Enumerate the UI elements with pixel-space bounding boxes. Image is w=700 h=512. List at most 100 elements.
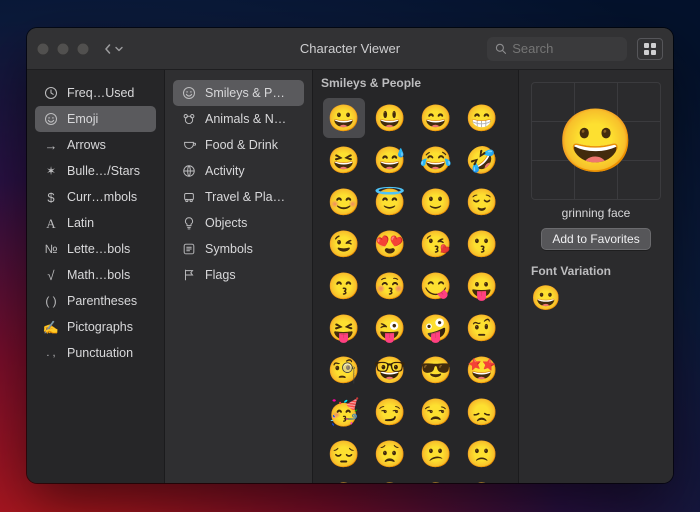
back-button[interactable] (103, 44, 123, 54)
chevron-down-icon (115, 45, 123, 53)
emoji-cell[interactable]: 😔 (323, 434, 365, 474)
emoji-cell[interactable]: 😉 (323, 224, 365, 264)
emoji-cell[interactable]: 😘 (415, 224, 457, 264)
close-window-button[interactable] (37, 43, 49, 55)
grid-heading: Smileys & People (313, 70, 518, 94)
zoom-window-button[interactable] (77, 43, 89, 55)
chevron-left-icon (103, 44, 113, 54)
emoji-cell[interactable]: 😝 (323, 308, 365, 348)
emoji-cell[interactable]: 😀 (323, 98, 365, 138)
emoji-cell[interactable]: 🤪 (415, 308, 457, 348)
category-item-label: Parentheses (67, 294, 148, 308)
subcategory-item-label: Flags (205, 268, 296, 282)
category-item-label: Punctuation (67, 346, 148, 360)
emoji-cell[interactable]: 😒 (415, 392, 457, 432)
category-item-5[interactable]: ALatin (35, 210, 156, 236)
category-item-7[interactable]: √Math…bols (35, 262, 156, 288)
emoji-cell[interactable]: 😚 (369, 266, 411, 306)
star-icon: ✶ (43, 163, 59, 179)
preview-box: 😀 (531, 82, 661, 200)
subcategory-item-7[interactable]: Flags (173, 262, 304, 288)
search-input[interactable] (512, 41, 619, 56)
subcategory-sidebar: Smileys & P… Animals & N… Food & Drink Acti… (165, 70, 313, 483)
category-item-3[interactable]: ✶ Bulle…/Stars (35, 158, 156, 184)
emoji-cell[interactable]: 😟 (369, 434, 411, 474)
emoji-cell[interactable]: 🥳 (323, 392, 365, 432)
category-item-label: Bulle…/Stars (67, 164, 148, 178)
category-item-10[interactable]: . , Punctuation (35, 340, 156, 366)
category-item-label: Freq…Used (67, 86, 148, 100)
emoji-cell[interactable]: 😖 (415, 476, 457, 483)
emoji-cell[interactable]: 🤣 (461, 140, 503, 180)
emoji-cell[interactable]: 🧐 (323, 350, 365, 390)
view-mode-toggle[interactable] (637, 38, 663, 60)
category-item-4[interactable]: $Curr…mbols (35, 184, 156, 210)
emoji-cell[interactable]: 😛 (461, 266, 503, 306)
emoji-cell[interactable]: 🤨 (461, 308, 503, 348)
emoji-cell[interactable]: 🤓 (369, 350, 411, 390)
subcategory-item-5[interactable]: Objects (173, 210, 304, 236)
emoji-cell[interactable]: 😋 (415, 266, 457, 306)
emoji-cell[interactable]: 😕 (415, 434, 457, 474)
add-to-favorites-button[interactable]: Add to Favorites (541, 228, 650, 250)
category-item-6[interactable]: №Lette…bols (35, 236, 156, 262)
category-item-8[interactable]: ( )Parentheses (35, 288, 156, 314)
emoji-cell[interactable]: 😎 (415, 350, 457, 390)
emoji-cell[interactable]: 😏 (369, 392, 411, 432)
subcategory-item-0[interactable]: Smileys & P… (173, 80, 304, 106)
subcategory-item-label: Animals & N… (205, 112, 296, 126)
category-item-2[interactable]: → Arrows (35, 132, 156, 158)
math-icon: √ (43, 267, 59, 283)
subcategory-item-3[interactable]: Activity (173, 158, 304, 184)
subcategory-item-4[interactable]: Travel & Pla… (173, 184, 304, 210)
emoji-cell[interactable]: 🤩 (461, 350, 503, 390)
clock-icon (43, 85, 59, 101)
punct-icon: . , (43, 345, 59, 361)
subcategory-item-label: Activity (205, 164, 296, 178)
emoji-cell[interactable]: 🙂 (415, 182, 457, 222)
emoji-cell[interactable]: 😫 (461, 476, 503, 483)
emoji-cell[interactable]: 😞 (461, 392, 503, 432)
subcategory-item-2[interactable]: Food & Drink (173, 132, 304, 158)
emoji-cell[interactable]: 😍 (369, 224, 411, 264)
emoji-cell[interactable]: 😅 (369, 140, 411, 180)
emoji-cell[interactable]: 😌 (461, 182, 503, 222)
category-item-label: Latin (67, 216, 148, 230)
food-icon (181, 137, 197, 153)
emoji-cell[interactable]: 😜 (369, 308, 411, 348)
font-variation-heading: Font Variation (529, 264, 663, 278)
emoji-cell[interactable]: 😁 (461, 98, 503, 138)
arrow-icon: → (43, 137, 59, 153)
preview-character: 😀 (557, 105, 634, 178)
search-field[interactable] (487, 37, 627, 61)
emoji-cell[interactable]: 😗 (461, 224, 503, 264)
subcategory-item-1[interactable]: Animals & N… (173, 106, 304, 132)
subcategory-item-label: Food & Drink (205, 138, 296, 152)
emoji-cell[interactable]: 😙 (323, 266, 365, 306)
subcategory-item-6[interactable]: Symbols (173, 236, 304, 262)
emoji-cell[interactable]: 😃 (369, 98, 411, 138)
minimize-window-button[interactable] (57, 43, 69, 55)
pictograph-icon: ✍ (43, 319, 59, 335)
emoji-cell[interactable]: ☹️ (323, 476, 365, 483)
emoji-cell[interactable]: 😄 (415, 98, 457, 138)
emoji-cell[interactable]: 🙁 (461, 434, 503, 474)
category-item-label: Arrows (67, 138, 148, 152)
emoji-panel: Smileys & People 😀😃😄😁 😆😅😂🤣 😊😇🙂😌 😉😍😘😗 😙😚😋😛 😝😜🤪… (313, 70, 519, 483)
flags-icon (181, 267, 197, 283)
subcategory-item-label: Smileys & P… (205, 86, 296, 100)
subcategory-item-label: Symbols (205, 242, 296, 256)
emoji-cell[interactable]: 😂 (415, 140, 457, 180)
emoji-cell[interactable]: 😇 (369, 182, 411, 222)
emoji-cell[interactable]: 😣 (369, 476, 411, 483)
category-item-1[interactable]: Emoji (35, 106, 156, 132)
subcategory-item-label: Objects (205, 216, 296, 230)
category-sidebar: Freq…Used Emoji → Arrows ✶ Bulle…/Stars $Curr…… (27, 70, 165, 483)
emoji-cell[interactable]: 😆 (323, 140, 365, 180)
symbols-icon (181, 241, 197, 257)
category-item-0[interactable]: Freq…Used (35, 80, 156, 106)
font-variation-sample[interactable]: 😀 (529, 278, 663, 319)
category-item-label: Curr…mbols (67, 190, 148, 204)
category-item-9[interactable]: ✍Pictographs (35, 314, 156, 340)
emoji-cell[interactable]: 😊 (323, 182, 365, 222)
